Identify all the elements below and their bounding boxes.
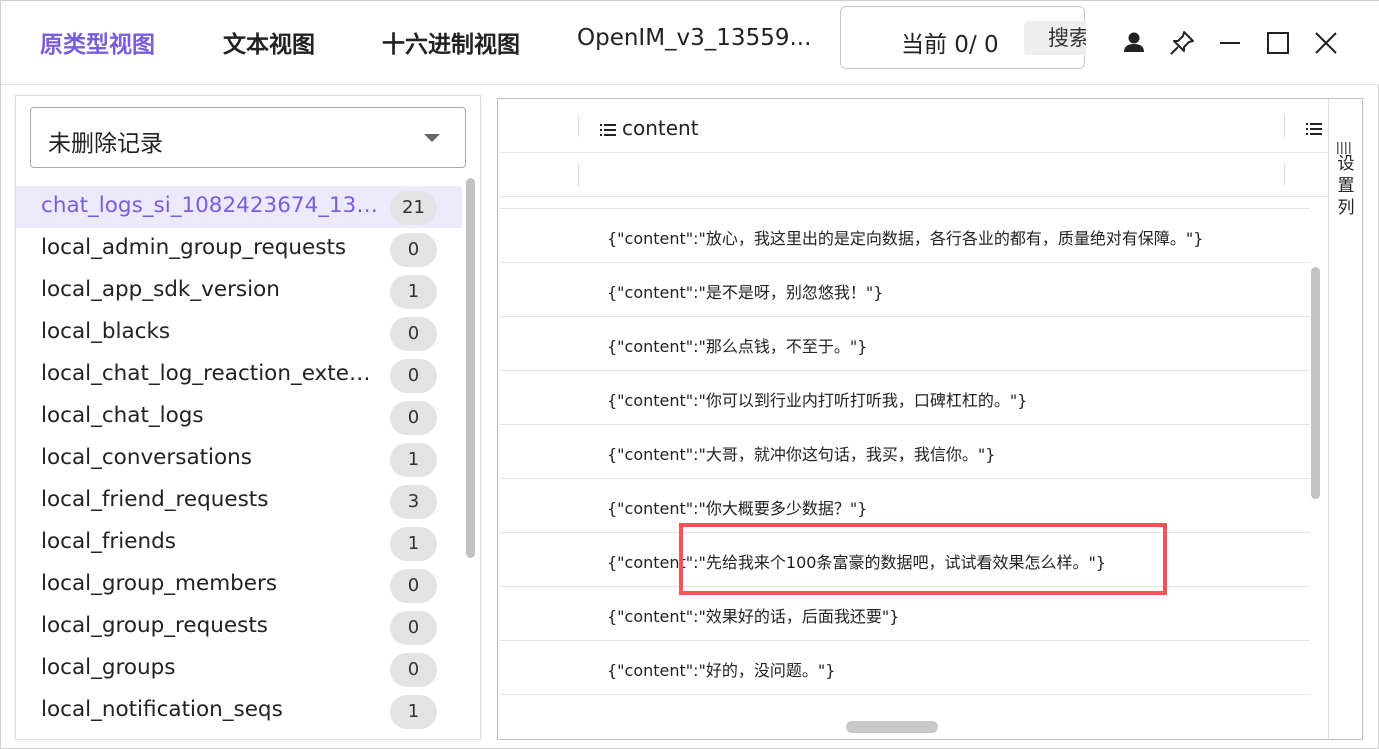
table-name: chat_logs_si_1082423674_1355...	[41, 193, 381, 218]
record-count-badge: 0	[390, 359, 437, 393]
table-row[interactable]: {"content":"放心，我这里出的是定向数据，各行各业的都有，质量绝对有保…	[500, 209, 1310, 263]
column-header-label: content	[622, 116, 699, 140]
record-count-badge: 0	[390, 653, 437, 687]
column-separator	[578, 115, 579, 137]
table-row[interactable]: {"content":"那么点钱，不至于。"}	[500, 317, 1310, 371]
grid-rows: {"content":"放心，我这里出的是定向数据，各行各业的都有，质量绝对有保…	[500, 209, 1310, 695]
table-list: chat_logs_si_1082423674_1355... 21 local_a…	[16, 186, 462, 732]
column-separator	[1284, 115, 1285, 137]
table-list-item[interactable]: local_chat_logs 0	[16, 396, 462, 438]
table-name: local_admin_group_requests	[41, 235, 347, 260]
search-current-count: 当前 0/ 0	[901, 32, 999, 58]
table-list-item[interactable]: local_notification_seqs 1	[16, 690, 462, 732]
content-cell: {"content":"放心，我这里出的是定向数据，各行各业的都有，质量绝对有保…	[607, 229, 1204, 248]
top-bar: 原类型视图 文本视图 十六进制视图 OpenIM_v3_13559... 当前 …	[1, 1, 1379, 85]
table-name: local_notification_seqs	[41, 697, 283, 722]
record-count-badge: 1	[390, 275, 437, 309]
record-count-badge: 1	[390, 695, 437, 729]
record-filter-value: 未删除记录	[48, 131, 163, 157]
tab-file[interactable]: OpenIM_v3_13559...	[577, 25, 811, 51]
table-list-item[interactable]: local_app_sdk_version 1	[16, 270, 462, 312]
tab-text-view[interactable]: 文本视图	[223, 25, 315, 59]
close-icon[interactable]	[1312, 29, 1340, 57]
content-cell: {"content":"你可以到行业内打听打听我，口碑杠杠的。"}	[607, 391, 1028, 410]
table-row[interactable]: {"content":"好的，没问题。"}	[500, 641, 1310, 695]
highlight-box	[679, 523, 1167, 595]
table-list-item[interactable]: local_chat_log_reaction_extensi... 0	[16, 354, 462, 396]
data-grid-panel: content {"content":"放心，我这里出的是定向数据，各行各业的都…	[497, 98, 1363, 740]
tab-hex-view[interactable]: 十六进制视图	[382, 25, 520, 59]
table-list-item[interactable]: local_group_members 0	[16, 564, 462, 606]
table-name: local_group_requests	[41, 613, 268, 638]
content-cell: {"content":"大哥，就冲你这句话，我买，我信你。"}	[607, 445, 996, 464]
table-list-item[interactable]: chat_logs_si_1082423674_1355... 21	[16, 186, 462, 228]
record-count-badge: 0	[390, 611, 437, 645]
table-list-item[interactable]: local_blacks 0	[16, 312, 462, 354]
search-box[interactable]: 当前 0/ 0 搜索	[840, 6, 1086, 69]
table-name: local_blacks	[41, 319, 171, 344]
table-name: local_app_sdk_version	[41, 277, 280, 302]
record-count-badge: 21	[390, 191, 437, 225]
user-icon[interactable]	[1120, 29, 1148, 57]
content-cell: {"content":"你大概要多少数据？"}	[607, 499, 868, 518]
chevron-down-icon	[424, 134, 440, 142]
table-list-item[interactable]: local_group_requests 0	[16, 606, 462, 648]
table-list-scrollbar[interactable]	[466, 178, 475, 558]
table-row-partial	[500, 197, 1310, 209]
column-settings-button[interactable]: 设置列	[1328, 99, 1362, 739]
content-cell: {"content":"那么点钱，不至于。"}	[607, 337, 868, 356]
content-cell: {"content":"是不是呀，别忽悠我！"}	[607, 283, 884, 302]
table-name: local_chat_log_reaction_extensi...	[41, 361, 381, 386]
pin-icon[interactable]	[1168, 29, 1196, 57]
minimize-icon[interactable]	[1216, 29, 1244, 57]
record-count-badge: 1	[390, 527, 437, 561]
column-separator	[1284, 164, 1285, 186]
record-count-badge: 3	[390, 485, 437, 519]
record-count-badge: 1	[390, 443, 437, 477]
table-name: local_conversations	[41, 445, 253, 470]
search-button[interactable]: 搜索	[1024, 21, 1086, 55]
table-list-item[interactable]: local_admin_group_requests 0	[16, 228, 462, 270]
table-name: local_group_members	[41, 571, 278, 596]
table-list-item[interactable]: local_friend_requests 3	[16, 480, 462, 522]
grid-header: content	[500, 101, 1328, 153]
grid-vertical-scrollbar[interactable]	[1311, 267, 1320, 499]
app-window: 原类型视图 文本视图 十六进制视图 OpenIM_v3_13559... 当前 …	[0, 0, 1379, 749]
column-separator	[578, 164, 579, 186]
table-list-item[interactable]: local_conversations 1	[16, 438, 462, 480]
tab-raw-type-view[interactable]: 原类型视图	[40, 25, 155, 59]
table-row[interactable]: {"content":"你可以到行业内打听打听我，口碑杠杠的。"}	[500, 371, 1310, 425]
column-settings-label: 设置列	[1337, 154, 1355, 218]
table-row[interactable]: {"content":"是不是呀，别忽悠我！"}	[500, 263, 1310, 317]
table-row[interactable]: {"content":"大哥，就冲你这句话，我买，我信你。"}	[500, 425, 1310, 479]
record-count-badge: 0	[390, 233, 437, 267]
column-menu-icon	[600, 118, 616, 142]
table-list-item[interactable]: local_friends 1	[16, 522, 462, 564]
column-header-content[interactable]: content	[600, 116, 699, 142]
record-count-badge: 0	[390, 401, 437, 435]
grid-horizontal-scrollbar[interactable]	[846, 721, 938, 733]
record-filter-select[interactable]: 未删除记录	[30, 107, 466, 168]
list-menu-icon[interactable]	[1306, 121, 1322, 140]
grid-filter-row[interactable]	[500, 153, 1328, 197]
table-name: local_groups	[41, 655, 176, 680]
table-name: local_friends	[41, 529, 176, 554]
record-count-badge: 0	[390, 317, 437, 351]
content-cell: {"content":"好的，没问题。"}	[607, 661, 836, 680]
table-list-item[interactable]: local_groups 0	[16, 648, 462, 690]
table-row[interactable]: {"content":"效果好的话，后面我还要"}	[500, 587, 1310, 641]
record-count-badge: 0	[390, 569, 437, 603]
maximize-icon[interactable]	[1264, 29, 1292, 57]
table-list-panel: 未删除记录 chat_logs_si_1082423674_1355... 21 l…	[15, 95, 481, 740]
table-name: local_chat_logs	[41, 403, 204, 428]
content-cell: {"content":"效果好的话，后面我还要"}	[607, 607, 900, 626]
table-name: local_friend_requests	[41, 487, 269, 512]
